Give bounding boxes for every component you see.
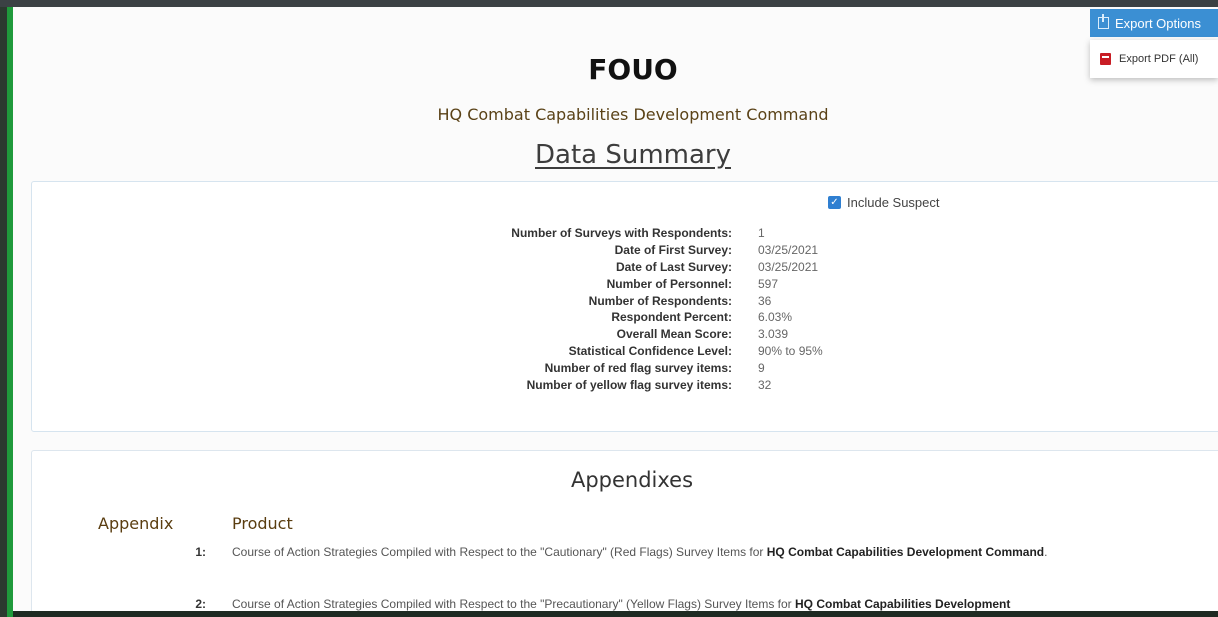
organization-name: HQ Combat Capabilities Development Comma… [437, 105, 829, 124]
page-title: Data Summary [13, 140, 1218, 170]
appendixes-card: Appendixes Appendix Product 1: Course of… [31, 450, 1218, 611]
stat-row: Statistical Confidence Level: 90% to 95% [32, 344, 1218, 361]
appendixes-title: Appendixes [570, 468, 694, 492]
column-header-appendix: Appendix [98, 514, 174, 533]
stat-value: 6.03% [758, 310, 793, 325]
export-options-button[interactable]: Export Options [1090, 9, 1218, 37]
appendix-org: HQ Combat Capabilities Development [795, 597, 1011, 611]
stat-row: Respondent Percent: 6.03% [32, 310, 1218, 327]
appendix-text: Course of Action Strategies Compiled wit… [232, 597, 795, 611]
stat-row: Date of Last Survey: 03/25/2021 [32, 260, 1218, 277]
appendix-text-end: . [1044, 545, 1048, 559]
stat-label: Respondent Percent: [611, 310, 732, 325]
pdf-icon [1100, 53, 1111, 65]
classification-marking: FOUO [588, 53, 678, 86]
stat-label: Date of First Survey: [614, 242, 732, 257]
stat-label: Number of Respondents: [588, 293, 732, 308]
stat-value: 90% to 95% [758, 344, 823, 359]
stat-row: Overall Mean Score: 3.039 [32, 327, 1218, 344]
export-options-label: Export Options [1115, 15, 1201, 31]
column-header-product: Product [232, 514, 293, 533]
left-edge [0, 7, 7, 617]
appendix-org: HQ Combat Capabilities Development Comma… [766, 545, 1045, 559]
stat-value: 03/25/2021 [758, 242, 819, 257]
appendix-product-link[interactable]: Course of Action Strategies Compiled wit… [232, 543, 1192, 561]
stat-value: 36 [758, 293, 772, 308]
stat-label: Number of Surveys with Respondents: [511, 226, 732, 240]
stat-label: Number of yellow flag survey items: [526, 378, 732, 393]
stat-value: 597 [758, 276, 779, 291]
export-pdf-all-item[interactable]: Export PDF (All) [1119, 53, 1198, 65]
bottom-bar [13, 611, 1218, 617]
stat-label: Number of red flag survey items: [544, 361, 732, 376]
stat-row: Date of First Survey: 03/25/2021 [32, 243, 1218, 260]
stat-value: 1 [758, 226, 765, 240]
export-menu: Export PDF (All) [1090, 40, 1218, 78]
top-bar [0, 0, 1218, 7]
report-page: FOUO HQ Combat Capabilities Development … [13, 7, 1218, 611]
include-suspect-toggle[interactable]: ✓ Include Suspect [828, 195, 940, 210]
stat-value: 32 [758, 378, 772, 393]
stat-row: Number of Surveys with Respondents: 1 [32, 226, 1218, 243]
stat-row: Number of Respondents: 36 [32, 294, 1218, 311]
stat-value: 03/25/2021 [758, 259, 819, 274]
stat-label: Date of Last Survey: [615, 259, 732, 274]
export-icon [1098, 14, 1109, 29]
appendix-number: 1: [195, 545, 206, 559]
appendix-text: Course of Action Strategies Compiled wit… [232, 545, 767, 559]
stat-row: Number of yellow flag survey items: 32 [32, 378, 1218, 395]
page-title-text: Data Summary [535, 140, 731, 170]
stat-label: Statistical Confidence Level: [568, 344, 732, 359]
summary-stats: Number of Surveys with Respondents: 1 Dat… [32, 226, 1218, 395]
include-suspect-checkbox[interactable]: ✓ [828, 196, 841, 209]
include-suspect-label: Include Suspect [847, 195, 940, 210]
stat-value: 9 [758, 361, 765, 376]
stat-row: Number of Personnel: 597 [32, 277, 1218, 294]
appendix-number: 2: [195, 597, 206, 611]
stat-row: Number of red flag survey items: 9 [32, 361, 1218, 378]
stat-label: Number of Personnel: [606, 276, 732, 291]
stat-label: Overall Mean Score: [616, 327, 732, 342]
appendix-product-link[interactable]: Course of Action Strategies Compiled wit… [232, 595, 1192, 611]
stat-value: 3.039 [758, 327, 789, 342]
data-summary-card: ✓ Include Suspect Number of Surveys with… [31, 181, 1218, 432]
